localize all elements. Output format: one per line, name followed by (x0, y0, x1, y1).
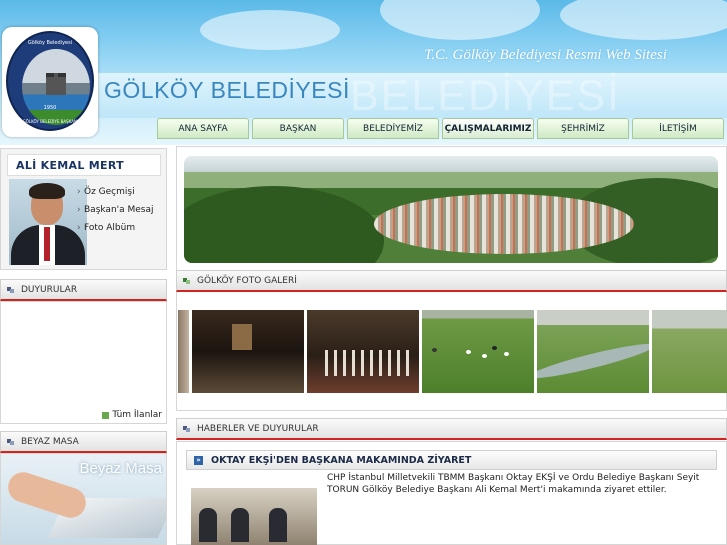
municipality-logo[interactable]: Gölköy Belediyesi 1950 T.C.GÖLKÖY BELEDİ… (2, 27, 98, 137)
mayor-panel: ALİ KEMAL MERT Öz Geçmişi Başkan'a Mesaj… (0, 148, 167, 270)
mayor-link-photo-album[interactable]: Foto Albüm (77, 219, 161, 237)
announcements-title: DUYURULAR (21, 285, 78, 295)
mayor-name: ALİ KEMAL MERT (7, 154, 161, 176)
site-subtitle: T.C. Gölköy Belediyesi Resmi Web Sitesi (424, 47, 667, 63)
gallery-thumb[interactable] (537, 310, 649, 393)
site-title-ghost: BELEDİYESİ (350, 72, 621, 120)
nav-works[interactable]: ÇALIŞMALARIMIZ (442, 118, 534, 139)
news-item-title[interactable]: » OKTAY EKŞİ'DEN BAŞKANA MAKAMINDA ZİYAR… (186, 450, 717, 470)
mayor-photo (9, 179, 87, 265)
gallery-title: GÖLKÖY FOTO GALERİ (197, 276, 297, 286)
arrow-right-icon: » (194, 456, 203, 465)
photo-gallery-strip (178, 308, 727, 395)
nav-home[interactable]: ANA SAYFA (157, 118, 249, 139)
gallery-thumb[interactable] (178, 310, 189, 393)
logo-top-text: Gölköy Belediyesi (27, 40, 73, 46)
nav-mayor[interactable]: BAŞKAN (252, 118, 344, 139)
all-notices-label: Tüm İlanlar (112, 410, 162, 420)
logo-ring: Gölköy Belediyesi 1950 T.C.GÖLKÖY BELEDİ… (6, 31, 94, 131)
news-section-title: HABERLER VE DUYURULAR (197, 424, 319, 434)
nav-contact[interactable]: İLETİŞİM (632, 118, 724, 139)
hand-image (4, 468, 90, 522)
all-notices-link[interactable]: Tüm İlanlar (102, 410, 162, 420)
white-desk-header: BEYAZ MASA (0, 431, 167, 453)
white-desk-banner[interactable]: Beyaz Masa (0, 453, 167, 545)
square-bullet-icon (7, 439, 14, 445)
town-buildings (374, 194, 634, 254)
announcements-box: Tüm İlanlar (0, 301, 167, 424)
square-bullet-icon (7, 287, 14, 293)
town-panorama-banner (184, 156, 718, 263)
square-bullet-icon (183, 278, 190, 284)
logo-emblem (22, 49, 90, 125)
notice-icon (102, 411, 110, 419)
nav-city[interactable]: ŞEHRİMİZ (537, 118, 629, 139)
mayor-link-message[interactable]: Başkan'a Mesaj (77, 201, 161, 219)
news-header: HABERLER VE DUYURULAR (176, 418, 727, 440)
mayor-links: Öz Geçmişi Başkan'a Mesaj Foto Albüm (77, 183, 161, 237)
nav-municipality[interactable]: BELEDİYEMİZ (347, 118, 439, 139)
square-bullet-icon (183, 426, 190, 432)
site-title: GÖLKÖY BELEDİYESİ (104, 77, 350, 103)
gallery-header: GÖLKÖY FOTO GALERİ (176, 270, 727, 292)
cloud-decoration (560, 0, 727, 40)
mayor-link-biography[interactable]: Öz Geçmişi (77, 183, 161, 201)
gallery-thumb[interactable] (652, 310, 727, 393)
gallery-thumb[interactable] (192, 310, 304, 393)
logo-bottom-text: T.C.GÖLKÖY BELEDİYE BAŞKANLIĞI (15, 119, 85, 124)
news-item-title-text: OKTAY EKŞİ'DEN BAŞKANA MAKAMINDA ZİYARET (211, 455, 472, 466)
logo-year: 1950 (43, 105, 57, 111)
white-desk-title: BEYAZ MASA (21, 437, 79, 447)
castle-icon (46, 73, 66, 95)
news-item-image[interactable] (191, 488, 317, 545)
gallery-thumb[interactable] (422, 310, 534, 393)
announcements-header: DUYURULAR (0, 279, 167, 301)
news-item-text: CHP İstanbul Milletvekili TBMM Başkanı O… (327, 473, 700, 495)
main-nav: ANA SAYFA BAŞKAN BELEDİYEMİZ ÇALIŞMALARI… (157, 118, 727, 139)
white-desk-image-text: Beyaz Masa (79, 460, 162, 477)
cloud-decoration (200, 10, 340, 50)
cloud-decoration (380, 0, 540, 40)
gallery-thumb[interactable] (307, 310, 419, 393)
